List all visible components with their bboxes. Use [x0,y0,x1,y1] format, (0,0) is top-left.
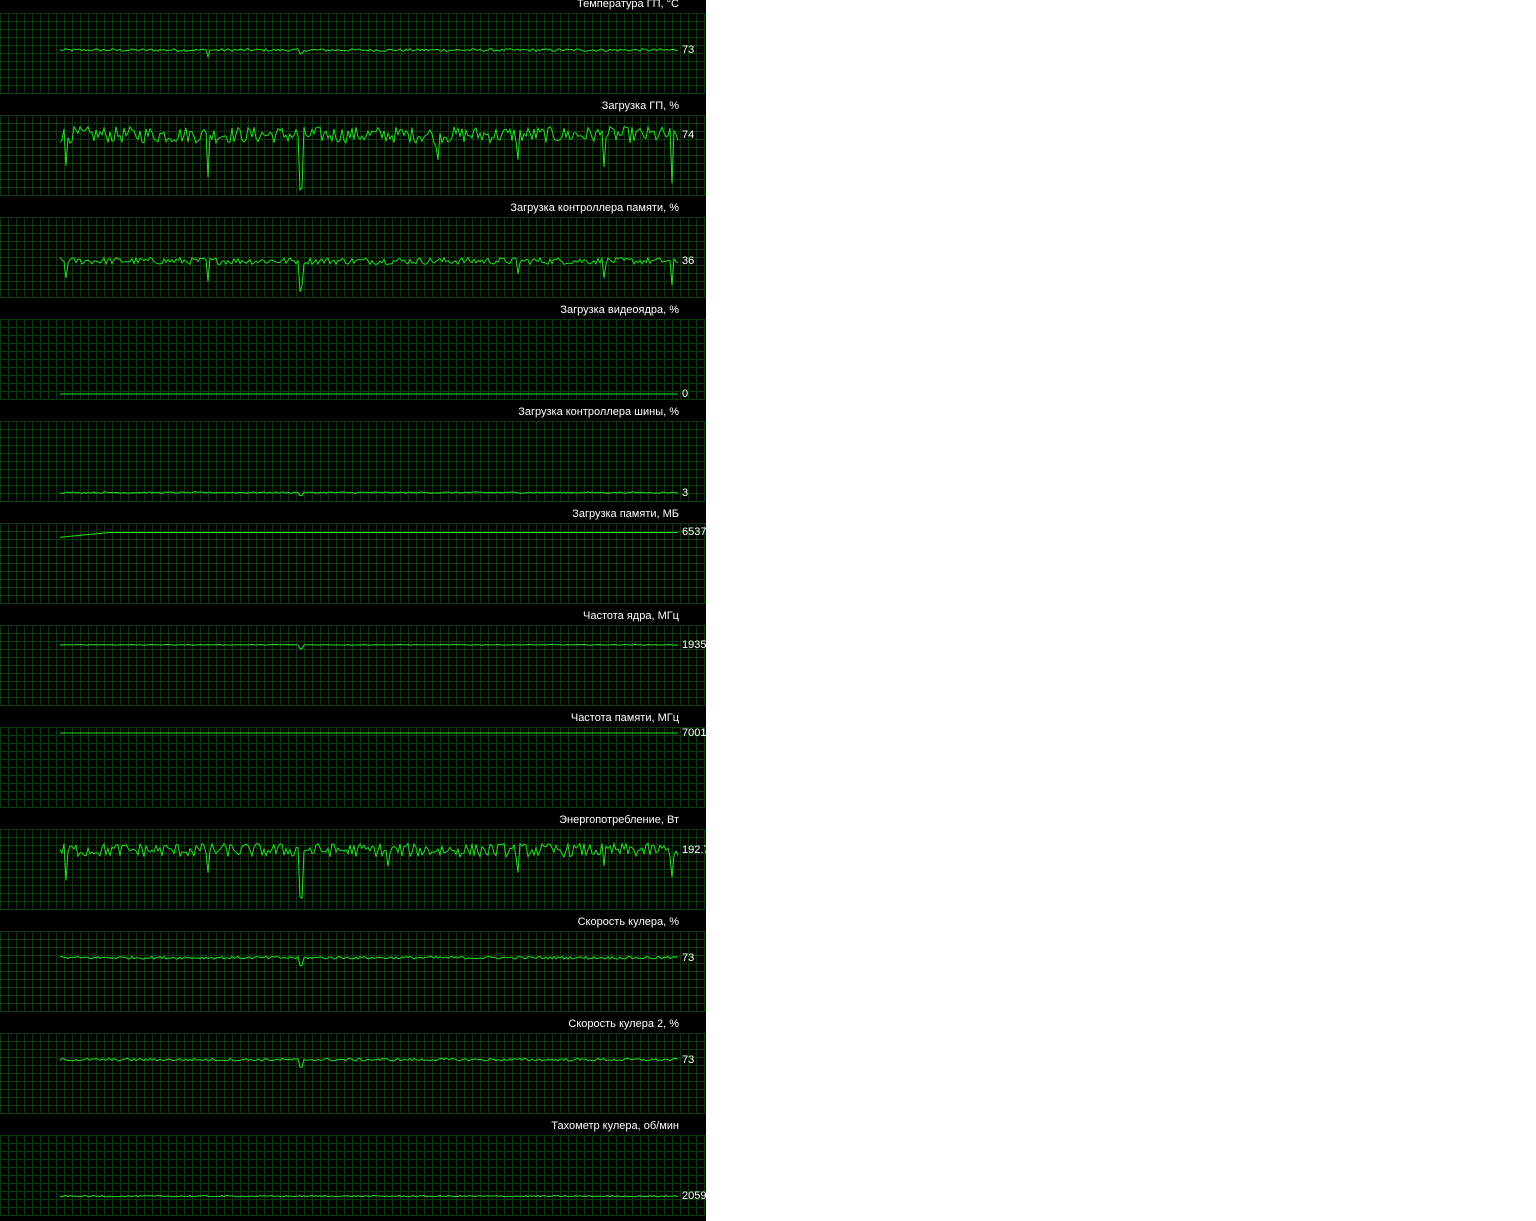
graph-current-value: 73 [682,44,695,57]
graph-area [0,217,706,298]
graph-title: Загрузка видеоядра, % [560,304,679,316]
graph-panel: Частота ядра, МГц 1935 [0,610,706,714]
graph-area [0,727,706,808]
graph-current-value: 36 [682,254,695,267]
graph-title: Скорость кулера 2, % [568,1018,679,1030]
graph-title: Тахометр кулера, об/мин [551,1120,679,1132]
graph-current-value: 192.7 [682,844,706,857]
graph-area [0,115,706,196]
graph-current-value: 0 [682,388,689,400]
graph-current-value: 7001 [682,727,706,739]
graph-area [0,625,706,706]
graph-panel: Загрузка контроллера памяти, % 36 [0,202,706,306]
graph-title: Частота памяти, МГц [570,712,679,724]
graph-current-value: 3 [682,486,689,499]
graph-title: Загрузка контроллера шины, % [518,406,679,418]
graph-area [0,1135,706,1216]
graph-area [0,931,706,1012]
graph-area [0,523,706,604]
graph-title: Загрузка ГП, % [601,100,679,112]
graph-panel: Загрузка памяти, МБ 6537 [0,508,706,612]
graph-panel: Скорость кулера 2, % 73 [0,1018,706,1122]
graph-panel: Загрузка видеоядра, % 0 [0,304,706,408]
graph-panel: Загрузка ГП, % 74 [0,100,706,204]
graph-panel: Загрузка контроллера шины, % 3 [0,406,706,510]
graph-current-value: 6537 [682,526,706,539]
graph-area [0,829,706,910]
graph-panel: Тахометр кулера, об/мин 2059 [0,1120,706,1221]
hardware-monitor-graphs: Температура ГП, °С 73 Загрузка ГП, % 74 Загр… [0,0,706,1221]
graph-panel: Частота памяти, МГц 7001 [0,712,706,816]
graph-panel: Скорость кулера, % 73 [0,916,706,1020]
graph-current-value: 73 [682,1053,695,1066]
graph-panel: Температура ГП, °С 73 [0,0,706,102]
graph-title: Загрузка контроллера памяти, % [510,202,679,214]
graph-current-value: 1935 [682,638,706,651]
graph-current-value: 74 [682,128,695,141]
graph-title: Загрузка памяти, МБ [572,508,679,520]
graph-title: Энергопотребление, Вт [559,814,679,826]
graph-area [0,1033,706,1114]
graph-panel: Энергопотребление, Вт 192.7 [0,814,706,918]
graph-title: Температура ГП, °С [577,0,679,10]
graph-current-value: 2059 [682,1190,706,1203]
graph-area [0,319,706,400]
graph-area [0,421,706,502]
graph-current-value: 73 [682,951,695,964]
graph-title: Скорость кулера, % [577,916,679,928]
graph-area [0,13,706,94]
graph-title: Частота ядра, МГц [583,610,679,622]
